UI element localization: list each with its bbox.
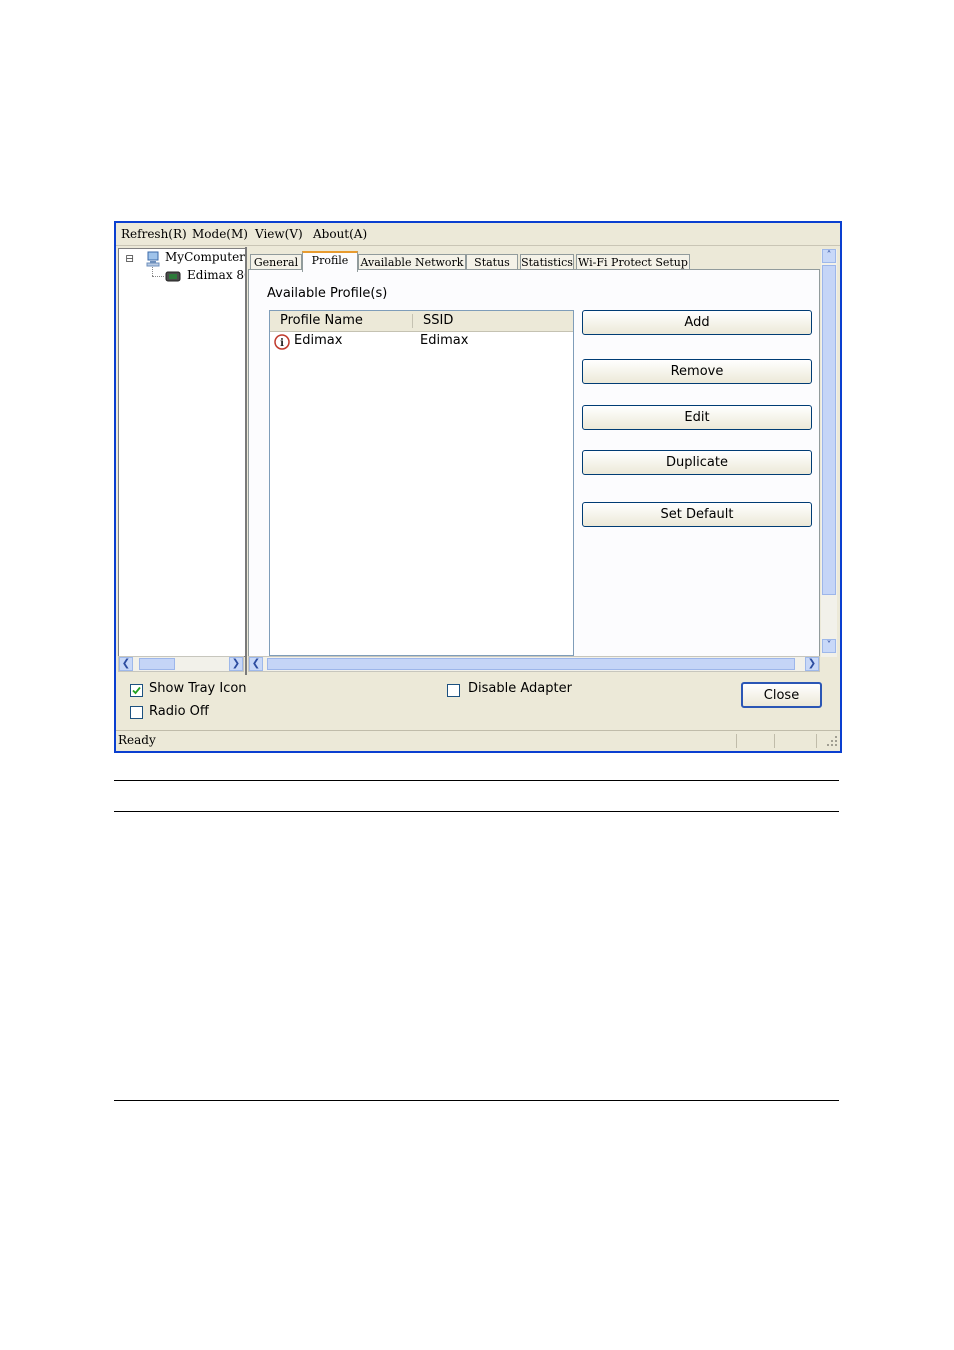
computer-icon (146, 251, 160, 267)
scroll-left-icon[interactable]: ❮ (249, 657, 263, 671)
show-tray-icon-checkbox[interactable] (130, 684, 143, 697)
column-profile-name[interactable]: Profile Name (280, 313, 363, 328)
tree-item-mycomputer[interactable]: MyComputer (165, 250, 245, 264)
resize-grip-icon[interactable] (826, 735, 838, 747)
device-tree: ⊟ MyComputer Edimax 80 (118, 248, 246, 657)
radio-off-label: Radio Off (149, 704, 209, 719)
menu-about[interactable]: About(A) (313, 227, 367, 241)
scroll-thumb[interactable] (267, 658, 795, 670)
profile-default-icon: i (274, 334, 290, 350)
menu-bar: Refresh(R) Mode(M) View(V) About(A) (116, 223, 840, 246)
scroll-up-icon[interactable]: ˄ (822, 249, 836, 263)
tree-item-adapter[interactable]: Edimax 80 (187, 268, 245, 282)
scroll-left-icon[interactable]: ❮ (119, 657, 133, 671)
tab-profile[interactable]: Profile (302, 251, 358, 272)
status-text: Ready (118, 733, 156, 747)
vertical-scrollbar[interactable]: ˄ ˅ (821, 249, 837, 657)
profile-list-header: Profile Name SSID (270, 311, 573, 332)
table-row[interactable]: i Edimax Edimax (274, 333, 564, 351)
status-divider (736, 734, 737, 748)
scroll-right-icon[interactable]: ❯ (805, 657, 819, 671)
column-divider[interactable] (412, 314, 413, 328)
pane-splitter[interactable] (245, 247, 247, 675)
ssid-cell: Edimax (420, 333, 469, 348)
status-divider (816, 734, 817, 748)
horizontal-rule (114, 1100, 839, 1101)
tree-connector (152, 276, 164, 278)
close-button[interactable]: Close (741, 682, 822, 708)
remove-button[interactable]: Remove (582, 359, 812, 384)
profile-name-cell: Edimax (294, 333, 343, 348)
tree-connector (152, 267, 154, 276)
network-adapter-icon (165, 271, 181, 282)
main-area: General Profile Available Network Status… (248, 247, 821, 657)
checkmark-icon (132, 686, 141, 695)
svg-text:i: i (280, 338, 284, 349)
set-default-button[interactable]: Set Default (582, 502, 812, 527)
scroll-down-icon[interactable]: ˅ (822, 639, 836, 653)
menu-refresh[interactable]: Refresh(R) (121, 227, 187, 241)
horizontal-rule (114, 780, 839, 781)
menu-mode[interactable]: Mode(M) (192, 227, 248, 241)
scroll-thumb[interactable] (139, 658, 175, 670)
disable-adapter-label: Disable Adapter (468, 681, 572, 696)
menu-view[interactable]: View(V) (255, 227, 303, 241)
utility-window: Refresh(R) Mode(M) View(V) About(A) ⊟ My… (114, 221, 842, 753)
scroll-right-icon[interactable]: ❯ (229, 657, 243, 671)
column-ssid[interactable]: SSID (423, 313, 453, 328)
tree-expander-icon[interactable]: ⊟ (125, 252, 134, 265)
add-button[interactable]: Add (582, 310, 812, 335)
duplicate-button[interactable]: Duplicate (582, 450, 812, 475)
main-horizontal-scrollbar[interactable]: ❮ ❯ (248, 656, 820, 672)
horizontal-rule (114, 811, 839, 812)
status-divider (774, 734, 775, 748)
radio-off-checkbox[interactable] (130, 706, 143, 719)
tree-horizontal-scrollbar[interactable]: ❮ ❯ (118, 656, 244, 672)
profile-panel: Available Profile(s) Profile Name SSID i… (248, 269, 820, 657)
profile-list[interactable]: Profile Name SSID i Edimax Edimax (269, 310, 574, 656)
scroll-thumb[interactable] (822, 265, 836, 595)
available-profiles-label: Available Profile(s) (267, 286, 388, 301)
disable-adapter-checkbox[interactable] (447, 684, 460, 697)
status-bar: Ready (116, 730, 840, 751)
edit-button[interactable]: Edit (582, 405, 812, 430)
show-tray-icon-label: Show Tray Icon (149, 681, 247, 696)
